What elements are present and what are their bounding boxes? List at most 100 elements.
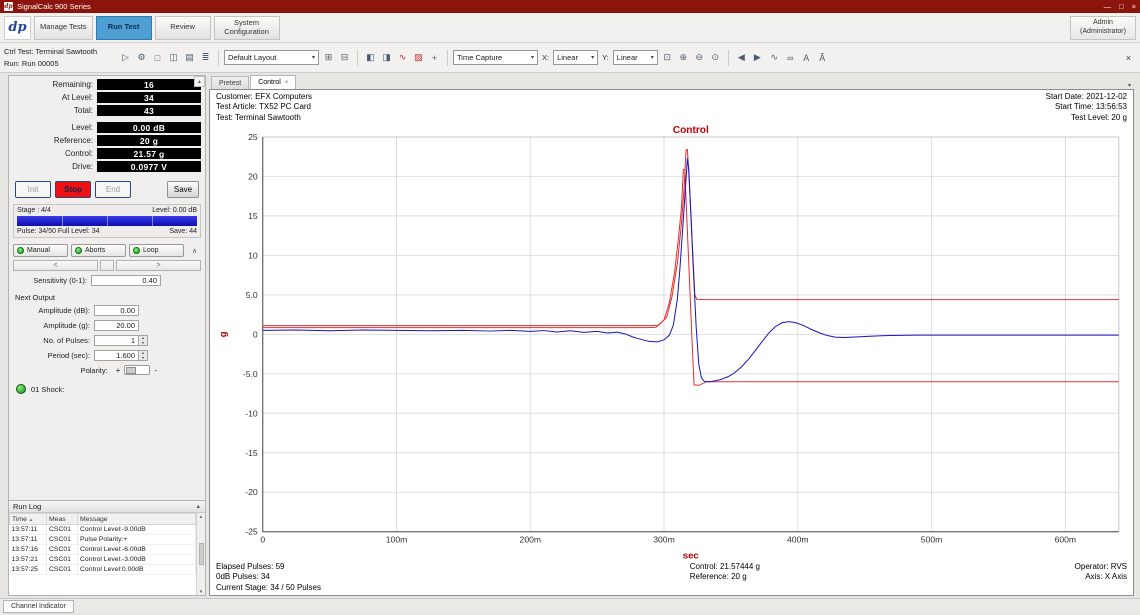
column-header-meas[interactable]: Meas	[47, 514, 78, 525]
column-header-message[interactable]: Message	[78, 514, 196, 525]
zoom-fit-icon[interactable]: ⊡	[660, 50, 675, 65]
run-log-row[interactable]: 13:57:16CSC01Control Level:-6.00dB	[10, 545, 196, 555]
test-article-label: Test Article: TX52 PC Card	[216, 102, 312, 112]
save-button[interactable]: Save	[167, 181, 199, 198]
run-buttons: Init Stop End Save	[15, 181, 199, 198]
ctrl-test-label: Ctrl Test: Terminal Sawtooth	[4, 46, 116, 58]
run-log-collapse-icon[interactable]: ▲	[196, 504, 201, 510]
run-log-row[interactable]: 13:57:11CSC01Pulse Polarity:+	[10, 535, 196, 545]
tab-run-test[interactable]: Run Test	[96, 16, 152, 40]
tab-control[interactable]: Control ×	[250, 75, 296, 89]
run-log-header[interactable]: Run Log ▲	[9, 501, 205, 513]
admin-user-button[interactable]: Admin (Administrator)	[1070, 16, 1136, 40]
next-button[interactable]: >	[116, 260, 201, 271]
run-log-scrollbar[interactable]: ▲ ▼	[196, 513, 205, 595]
tab-overflow-icon[interactable]: ▾	[1125, 82, 1134, 89]
save-layout-icon[interactable]: ⊟	[337, 50, 352, 65]
minimize-icon[interactable]: —	[1104, 2, 1112, 11]
pulses-stepper[interactable]: ▴ ▾	[139, 335, 148, 346]
abort-limits-icon[interactable]: ▨	[411, 50, 426, 65]
remaining-value: 16	[97, 79, 201, 90]
start-icon[interactable]: ▷	[118, 50, 133, 65]
run-log-row[interactable]: 13:57:25CSC01Control Level:0.00dB	[10, 565, 196, 575]
restore-icon[interactable]: □	[1119, 2, 1124, 11]
zoom-in-icon[interactable]: ⊕	[676, 50, 691, 65]
tab-review[interactable]: Review	[155, 16, 211, 40]
window-title: SignalCalc 900 Series	[17, 2, 91, 11]
aborts-toggle[interactable]: Aborts	[71, 244, 126, 257]
toolbar-separator	[447, 50, 448, 66]
pan-left-icon[interactable]: ◀	[734, 50, 749, 65]
tab-close-icon[interactable]: ×	[285, 80, 289, 86]
drive-value: 0.0977 V	[97, 161, 201, 172]
nav-handle[interactable]	[100, 260, 114, 271]
tab-manage-tests[interactable]: Manage Tests	[34, 16, 93, 40]
close-pane-icon[interactable]: ×	[1121, 50, 1136, 65]
polarity-thumb[interactable]	[126, 367, 136, 374]
list-icon[interactable]: ≣	[198, 50, 213, 65]
trace-overlay-icon[interactable]: ∿	[395, 50, 410, 65]
run-log-row[interactable]: 13:57:11CSC01Control Level:-9.00dB	[10, 525, 196, 535]
zoom-out-icon[interactable]: ⊖	[692, 50, 707, 65]
sensitivity-label: Sensitivity (0-1):	[13, 276, 91, 285]
close-icon[interactable]: ×	[1132, 2, 1136, 11]
pulse-nav: < >	[13, 260, 201, 271]
signal-type-value: Time Capture	[457, 53, 502, 62]
waveform-icon[interactable]: ∿	[767, 50, 782, 65]
cursor-icon[interactable]: +	[427, 50, 442, 65]
scroll-down-icon[interactable]: ▼	[199, 589, 203, 594]
pulses-row: No. of Pulses: 1 ▴ ▾	[13, 335, 201, 346]
amplitude-g-input[interactable]: 20.00	[94, 320, 139, 331]
end-button[interactable]: End	[95, 181, 131, 198]
plot-title: Control	[673, 125, 709, 136]
split-pane-icon[interactable]: ◨	[379, 50, 394, 65]
period-stepper[interactable]: ▴ ▾	[139, 350, 148, 361]
link-icon[interactable]: ∞	[783, 50, 798, 65]
polarity-toggle[interactable]	[124, 365, 150, 375]
text-wave-icon[interactable]: Ã	[815, 50, 830, 65]
panel-scroll-up-icon[interactable]: ▲	[194, 76, 205, 87]
tab-pretest[interactable]: Pretest	[211, 76, 249, 89]
scroll-thumb[interactable]	[199, 543, 204, 565]
svg-text:200m: 200m	[520, 535, 542, 545]
sort-asc-icon: ▲	[29, 517, 33, 522]
manual-toggle[interactable]: Manual	[13, 244, 68, 257]
y-scale-select[interactable]: Linear ▾	[613, 50, 658, 65]
control-signal	[263, 158, 1119, 381]
polarity-label: Polarity:	[13, 366, 112, 375]
pulses-input[interactable]: 1	[94, 335, 139, 346]
stop-icon[interactable]: □	[150, 50, 165, 65]
add-pane-icon[interactable]: ◧	[363, 50, 378, 65]
x-scale-select[interactable]: Linear ▾	[553, 50, 598, 65]
tab-system-configuration[interactable]: System Configuration	[214, 16, 280, 40]
svg-text:5.0: 5.0	[246, 290, 258, 300]
run-log: Run Log ▲ Time ▲ Meas Message 13:57:11CS…	[9, 500, 205, 595]
scroll-up-icon[interactable]: ▲	[199, 514, 203, 519]
period-input[interactable]: 1.600	[94, 350, 139, 361]
stop-button[interactable]: Stop	[55, 181, 91, 198]
signal-type-select[interactable]: Time Capture ▾	[453, 50, 538, 65]
previous-button[interactable]: <	[13, 260, 98, 271]
text-a-icon[interactable]: A	[799, 50, 814, 65]
layout-select[interactable]: Default Layout ▾	[224, 50, 319, 65]
new-layout-icon[interactable]: ⊞	[321, 50, 336, 65]
loop-toggle[interactable]: Loop	[129, 244, 184, 257]
save-count-label: Save: 44	[169, 228, 197, 235]
spin-down-icon[interactable]: ▾	[139, 341, 147, 346]
settings-icon[interactable]: ⚙	[134, 50, 149, 65]
amplitude-db-input[interactable]: 0.00	[94, 305, 139, 316]
pause-icon[interactable]: ◫	[166, 50, 181, 65]
run-log-row[interactable]: 13:57:21CSC01Control Level:-3.00dB	[10, 555, 196, 565]
collapse-section-icon[interactable]: ∧	[188, 245, 201, 257]
column-header-time[interactable]: Time ▲	[10, 514, 47, 525]
pan-right-icon[interactable]: ▶	[750, 50, 765, 65]
channel-indicator-tab[interactable]: Channel Indicator	[3, 600, 74, 613]
pulse-label: Pulse: 34/50 Full Level: 34	[17, 228, 100, 235]
sensitivity-input[interactable]: 0.40	[91, 275, 161, 286]
report-icon[interactable]: ▤	[182, 50, 197, 65]
control-plot[interactable]: 252015105.00-5.0-10-15-20-250100m200m300…	[210, 123, 1133, 562]
spin-down-icon[interactable]: ▾	[139, 356, 147, 361]
zoom-box-icon[interactable]: ⊙	[708, 50, 723, 65]
axis-label: Axis: X Axis	[927, 572, 1127, 582]
init-button[interactable]: Init	[15, 181, 51, 198]
